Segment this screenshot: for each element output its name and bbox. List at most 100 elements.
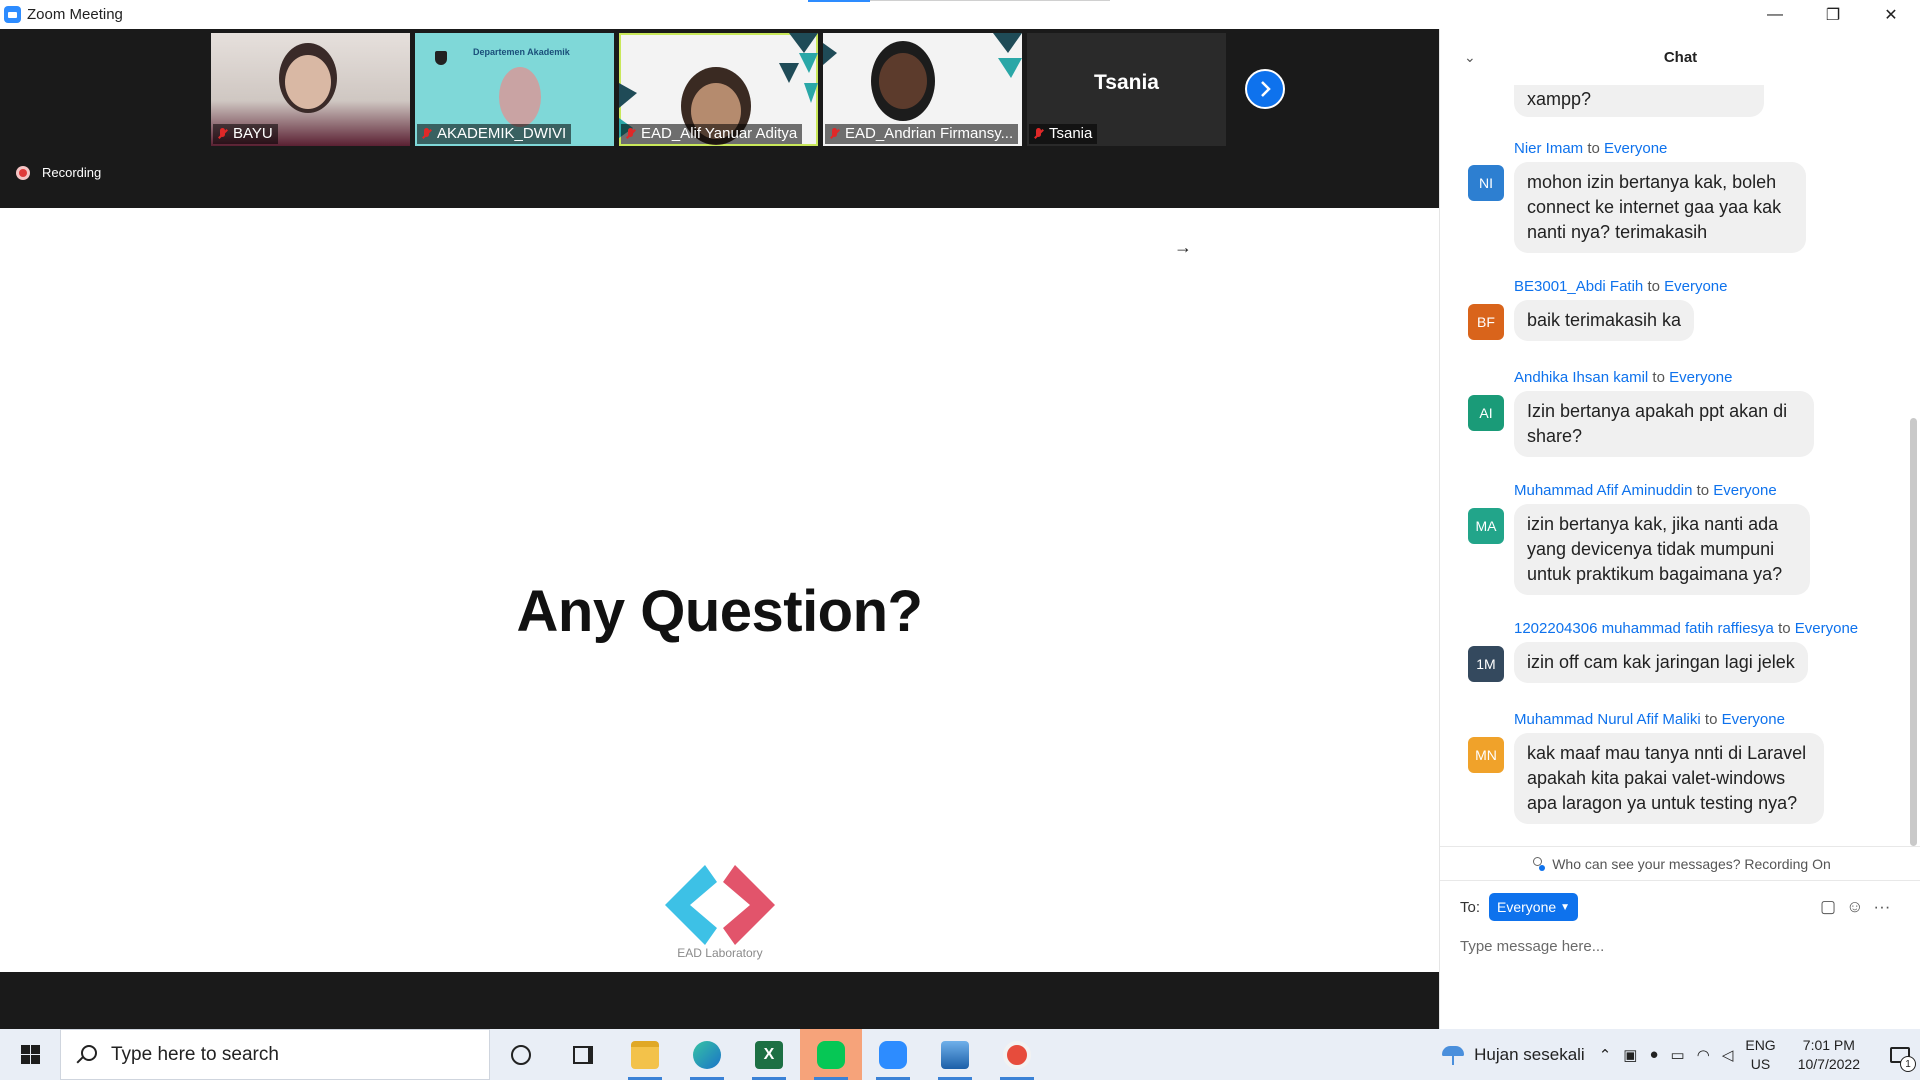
participant-name: EAD_Andrian Firmansy...	[825, 124, 1019, 144]
edge-icon[interactable]	[676, 1029, 738, 1080]
view-tab-indicator	[808, 0, 870, 2]
participant-video	[499, 67, 541, 127]
participant-tile[interactable]: EAD_Andrian Firmansy...	[823, 33, 1022, 146]
recipient-row: To: Everyone ▼	[1460, 893, 1579, 921]
wifi-icon[interactable]: ◠	[1697, 1046, 1710, 1064]
shield-icon	[435, 51, 447, 65]
participant-tile[interactable]: Tsania Tsania	[1027, 33, 1226, 146]
start-button[interactable]	[0, 1029, 60, 1080]
notification-badge: 1	[1900, 1056, 1916, 1072]
cortana-icon[interactable]	[490, 1029, 552, 1080]
clock-time: 7:01 PM	[1802, 1036, 1855, 1053]
recording-label: Recording	[42, 165, 102, 180]
participant-strip: BAYU Departemen Akademik AKADEMIK_DWIVI …	[0, 29, 1439, 208]
participant-name: BAYU	[213, 124, 278, 144]
chat-visibility-notice[interactable]: Who can see your messages? Recording On	[1440, 846, 1920, 881]
more-options-button[interactable]: ···	[1873, 897, 1890, 917]
chat-bubble: izin off cam kak jaringan lagi jelek	[1514, 642, 1808, 683]
recipient-dropdown[interactable]: Everyone ▼	[1489, 893, 1579, 921]
chat-notice-text: Who can see your messages? Recording On	[1552, 855, 1831, 872]
minimize-button[interactable]: —	[1746, 0, 1804, 29]
chevron-down-icon: ▼	[1560, 901, 1571, 913]
recording-indicator[interactable]: Recording	[16, 165, 101, 180]
avatar: MA	[1468, 508, 1504, 544]
chevron-down-icon[interactable]: ⌄	[1464, 49, 1476, 66]
muted-mic-icon	[421, 128, 433, 140]
language-indicator[interactable]: ENG US	[1745, 1036, 1775, 1074]
participant-display-name: Tsania	[1094, 71, 1159, 94]
line-icon[interactable]	[800, 1029, 862, 1080]
emoji-icon[interactable]: ☺	[1846, 897, 1863, 917]
muted-mic-icon	[1033, 128, 1045, 140]
microphone-icon[interactable]: ●	[1649, 1046, 1658, 1063]
chat-header: ⌄ Chat	[1440, 29, 1920, 85]
chat-bubble: Izin bertanya apakah ppt akan di share?	[1514, 391, 1814, 457]
slide-headline: Any Question?	[516, 579, 923, 644]
zoom-icon[interactable]	[862, 1029, 924, 1080]
logo-caption: EAD Laboratory	[677, 946, 763, 960]
photos-icon[interactable]	[924, 1029, 986, 1080]
weather-widget[interactable]: Hujan sesekali	[1440, 1044, 1585, 1066]
excel-icon[interactable]: X	[738, 1029, 800, 1080]
task-view-icon[interactable]	[552, 1029, 614, 1080]
participant-tile-active-speaker[interactable]: EAD_Alif Yanuar Aditya	[619, 33, 818, 146]
participant-name: EAD_Alif Yanuar Aditya	[621, 124, 803, 144]
chat-panel: ⌄ Chat xampp? Nier Imam to Everyone NI m…	[1439, 29, 1920, 1029]
view-tab-track	[870, 0, 1110, 1]
recipient-value: Everyone	[1497, 899, 1557, 915]
participant-name: Tsania	[1029, 124, 1098, 144]
chat-bubble: baik terimakasih ka	[1514, 300, 1695, 341]
taskbar: X Hujan sesekali ⌃ ▣ ● ▭ ◠ ◁ ENG US 7:01…	[0, 1029, 1920, 1080]
chat-bubble: kak maaf mau tanya nnti di Laravel apaka…	[1514, 733, 1824, 824]
title-bar: Zoom Meeting	[0, 0, 1439, 29]
search-input[interactable]	[111, 1043, 471, 1066]
tray-icons: ⌃ ▣ ● ▭ ◠ ◁	[1599, 1046, 1734, 1064]
muted-mic-icon	[625, 128, 637, 140]
arrow-cursor-icon: →	[1174, 237, 1192, 257]
participant-banner: Departemen Akademik	[473, 47, 570, 57]
participant-video	[879, 53, 927, 109]
language-code: ENG	[1745, 1036, 1776, 1053]
chat-message-header: 1202204306 muhammad fatih raffiesya to E…	[1514, 620, 1859, 637]
file-icon[interactable]: ▢	[1820, 897, 1836, 917]
chevron-up-icon[interactable]: ⌃	[1599, 1046, 1612, 1064]
person-info-icon	[1530, 856, 1546, 871]
keyboard-layout: US	[1750, 1055, 1771, 1072]
restore-button[interactable]: ❐	[1804, 0, 1862, 29]
snipping-icon[interactable]	[986, 1029, 1048, 1080]
shared-screen: → Any Question? EAD Laboratory	[0, 208, 1439, 972]
file-explorer-icon[interactable]	[614, 1029, 676, 1080]
next-participants-button[interactable]	[1245, 69, 1285, 109]
avatar: 1M	[1468, 646, 1504, 682]
chevron-right-icon	[1261, 81, 1271, 97]
windows-logo-icon	[20, 1045, 40, 1064]
volume-icon[interactable]: ◁	[1722, 1046, 1734, 1064]
system-tray: Hujan sesekali ⌃ ▣ ● ▭ ◠ ◁ ENG US 7:01 P…	[1440, 1029, 1920, 1080]
search-icon	[75, 1044, 97, 1066]
avatar: AI	[1468, 395, 1504, 431]
participant-video	[285, 55, 331, 109]
chat-message-header: Andhika Ihsan kamil to Everyone	[1514, 369, 1733, 386]
participant-tile[interactable]: BAYU	[211, 33, 410, 146]
chat-scrollbar[interactable]	[1910, 418, 1917, 846]
device-icon[interactable]: ▣	[1623, 1046, 1637, 1064]
ead-logo-mark	[665, 865, 775, 945]
chat-bubble: mohon izin bertanya kak, boleh connect k…	[1514, 162, 1806, 253]
window-title: Zoom Meeting	[27, 6, 123, 23]
chat-message-header: Muhammad Afif Aminuddin to Everyone	[1514, 482, 1777, 499]
chat-title: Chat	[1663, 48, 1698, 66]
chat-bubble: izin bertanya kak, jika nanti ada yang d…	[1514, 504, 1810, 595]
taskbar-search[interactable]	[60, 1029, 490, 1080]
recording-dot-icon	[16, 165, 30, 180]
participant-tile[interactable]: Departemen Akademik AKADEMIK_DWIVI	[415, 33, 614, 146]
battery-icon[interactable]: ▭	[1671, 1046, 1685, 1064]
ead-logo: EAD Laboratory	[655, 860, 785, 960]
close-button[interactable]: ✕	[1862, 0, 1920, 29]
chat-message-header: Muhammad Nurul Afif Maliki to Everyone	[1514, 711, 1785, 728]
zoom-app-icon	[4, 6, 21, 23]
message-input[interactable]	[1460, 931, 1900, 961]
clock[interactable]: 7:01 PM 10/7/2022	[1798, 1036, 1860, 1074]
chat-message-header: BE3001_Abdi Fatih to Everyone	[1514, 278, 1728, 295]
notification-center-button[interactable]: 1	[1880, 1029, 1920, 1080]
avatar: MN	[1468, 737, 1504, 773]
